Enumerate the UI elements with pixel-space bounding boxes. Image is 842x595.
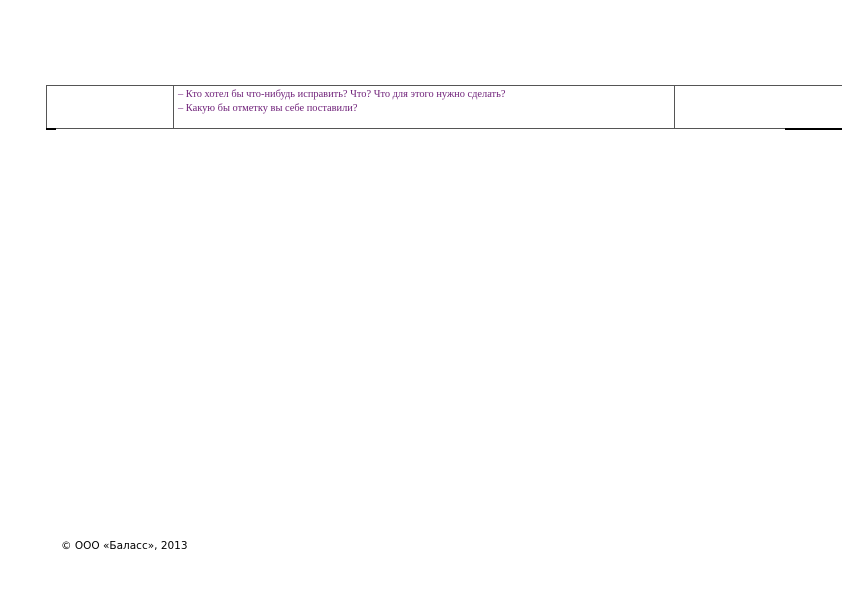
bottom-rule-right [785, 128, 842, 130]
lesson-table: – Кто хотел бы что-нибудь исправить? Что… [46, 85, 842, 129]
table-cell-notes [674, 85, 842, 129]
table-row: – Кто хотел бы что-нибудь исправить? Что… [46, 85, 842, 129]
question-item: – Кто хотел бы что-нибудь исправить? Что… [178, 89, 506, 100]
table-cell-questions: – Кто хотел бы что-нибудь исправить? Что… [173, 85, 675, 129]
copyright-footer: © ООО «Баласс», 2013 [61, 540, 188, 552]
document-page: – Кто хотел бы что-нибудь исправить? Что… [0, 0, 842, 595]
question-list: – Кто хотел бы что-нибудь исправить? Что… [174, 86, 674, 116]
question-item: – Какую бы отметку вы себе поставили? [178, 103, 358, 114]
bottom-rule-left [46, 128, 56, 130]
table-cell-stage [46, 85, 174, 129]
